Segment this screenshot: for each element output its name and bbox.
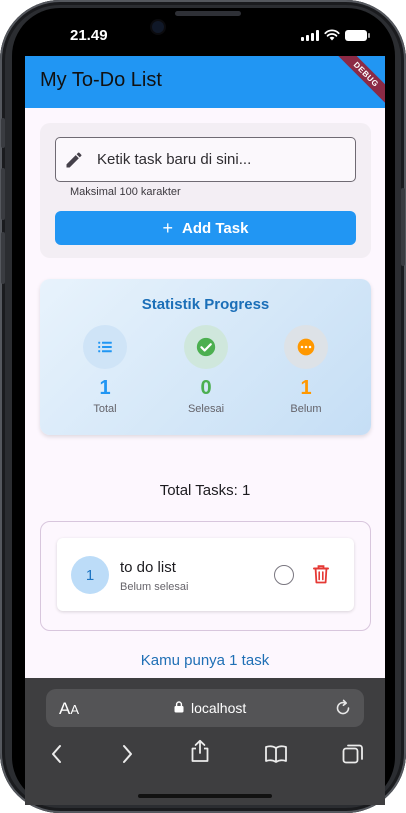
add-task-label: Add Task <box>182 219 249 237</box>
forward-icon[interactable] <box>114 741 140 767</box>
trash-icon[interactable] <box>312 564 330 584</box>
cellular-signal-icon <box>301 29 319 41</box>
add-task-button[interactable]: + Add Task <box>55 211 356 245</box>
app-bar: My To-Do List DEBUG <box>25 56 385 108</box>
back-icon[interactable] <box>44 741 70 767</box>
stat-value-done: 0 <box>200 377 212 399</box>
task-title: to do list <box>120 559 176 576</box>
task-input[interactable] <box>97 151 337 168</box>
status-bar: 21.49 <box>12 8 395 56</box>
url-text: localhost <box>191 700 247 716</box>
lock-icon <box>174 701 184 713</box>
stat-value-pending: 1 <box>300 377 312 399</box>
task-status: Belum selesai <box>120 581 189 593</box>
stat-pending: 1 Belum <box>261 325 351 415</box>
stat-icon-circle <box>83 325 127 369</box>
bookmarks-icon[interactable] <box>263 741 289 767</box>
aa-big: A <box>59 699 71 718</box>
list-icon <box>98 341 112 353</box>
status-time: 21.49 <box>70 27 108 44</box>
task-count-footer: Kamu punya 1 task <box>140 652 270 669</box>
plus-icon: + <box>162 218 174 238</box>
side-button <box>1 232 5 284</box>
status-icons <box>301 29 370 41</box>
front-camera <box>152 21 164 33</box>
browser-nav-row <box>25 738 385 771</box>
wifi-icon <box>324 29 340 41</box>
app-title: My To-Do List <box>40 69 162 91</box>
reader-options-button[interactable]: AA <box>59 699 79 719</box>
stat-label-pending: Belum <box>290 403 322 415</box>
tabs-icon[interactable] <box>340 741 366 767</box>
complete-toggle-icon[interactable] <box>274 565 294 585</box>
stat-icon-circle <box>184 325 228 369</box>
battery-icon <box>345 29 370 41</box>
main-content: Maksimal 100 karakter + Add Task Statist… <box>25 108 385 678</box>
stat-label-done: Selesai <box>187 403 225 415</box>
pending-icon <box>297 338 315 356</box>
address-bar[interactable]: AA localhost <box>46 689 364 727</box>
task-list: 1 to do list Belum selesai <box>40 521 371 631</box>
stat-icon-circle <box>284 325 328 369</box>
speaker-grille <box>175 11 241 16</box>
task-number-avatar: 1 <box>71 556 109 594</box>
debug-banner: DEBUG <box>333 56 385 108</box>
add-task-card: Maksimal 100 karakter + Add Task <box>40 123 371 258</box>
stats-title: Statistik Progress <box>141 296 270 313</box>
stat-label-total: Total <box>93 403 117 415</box>
side-button <box>401 188 405 266</box>
stat-value-total: 1 <box>99 377 111 399</box>
browser-toolbar: AA localhost <box>25 678 385 805</box>
aa-small: A <box>70 702 80 717</box>
pencil-icon <box>66 151 82 167</box>
task-list-item[interactable]: 1 to do list Belum selesai <box>57 538 354 611</box>
side-button <box>1 168 5 220</box>
total-tasks-text: Total Tasks: 1 <box>159 482 251 499</box>
task-input-field[interactable] <box>55 137 356 182</box>
share-icon[interactable] <box>187 738 213 764</box>
stat-total: 1 Total <box>60 325 150 415</box>
helper-text: Maksimal 100 karakter <box>70 186 181 198</box>
stat-done: 0 Selesai <box>161 325 251 415</box>
check-circle-icon <box>196 337 216 357</box>
home-indicator <box>138 794 272 798</box>
stats-card: Statistik Progress 1 Total 0 Selesai 1 B… <box>40 279 371 435</box>
reload-icon[interactable] <box>333 698 353 718</box>
side-button <box>1 118 5 148</box>
